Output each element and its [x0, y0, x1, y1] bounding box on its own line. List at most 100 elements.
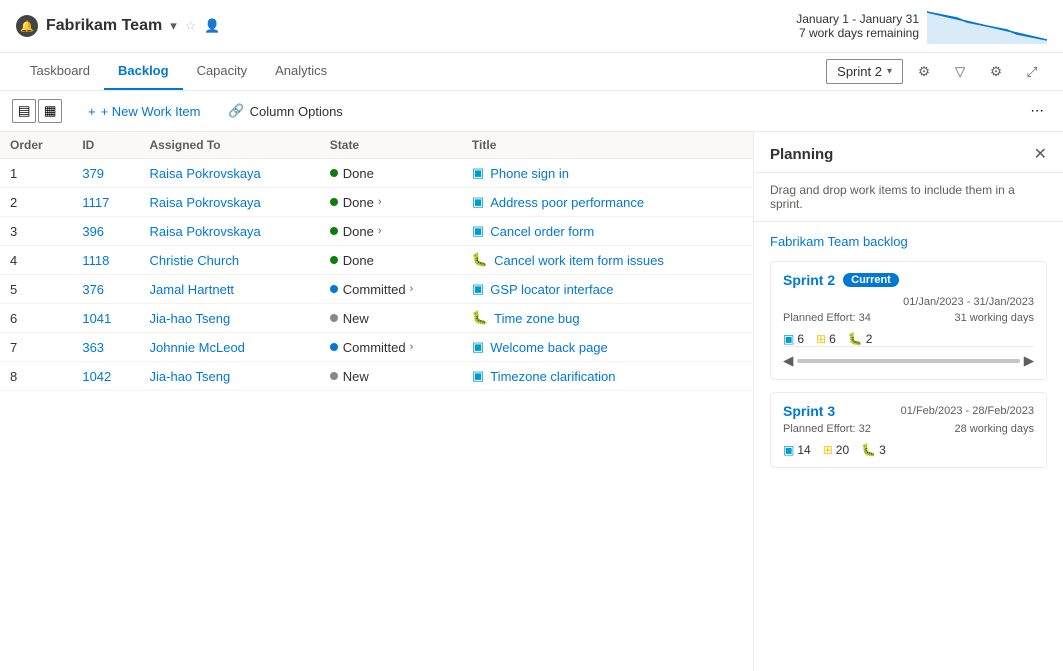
favorite-icon[interactable]: ☆ — [185, 18, 197, 34]
state-dot — [330, 285, 338, 293]
toolbar: ▤ ▦ + + New Work Item 🔗 Column Options ⋯ — [0, 91, 1063, 132]
backlog-area: Order ID Assigned To State Title 1 379 R… — [0, 132, 753, 671]
state-dot — [330, 314, 338, 322]
sprint3-name[interactable]: Sprint 3 — [783, 403, 835, 419]
sprint2-scroll[interactable]: ◀ ▶ — [783, 346, 1034, 369]
filter-settings-btn[interactable]: ⚙ — [909, 58, 939, 86]
cell-order: 1 — [0, 159, 72, 188]
chevron-icon: › — [410, 283, 414, 295]
cell-order: 4 — [0, 246, 72, 275]
cell-assigned[interactable]: Raisa Pokrovskaya — [140, 188, 320, 217]
cell-assigned[interactable]: Raisa Pokrovskaya — [140, 159, 320, 188]
cell-title: ▣ GSP locator interface — [462, 275, 753, 304]
bug-icon-s3: 🐛 — [861, 443, 876, 457]
title-link[interactable]: Cancel work item form issues — [494, 253, 664, 268]
story-icon: ▣ — [472, 165, 484, 181]
sprint2-name[interactable]: Sprint 2 — [783, 272, 835, 288]
sprint2-dates: 01/Jan/2023 - 31/Jan/2023 — [903, 296, 1034, 308]
title-link[interactable]: Cancel order form — [490, 224, 594, 239]
planning-close-btn[interactable]: ✕ — [1034, 144, 1047, 164]
cell-order: 5 — [0, 275, 72, 304]
state-label: New — [343, 311, 369, 326]
cell-title: ▣ Phone sign in — [462, 159, 753, 188]
bug-icon-s2: 🐛 — [848, 332, 863, 346]
chevron-icon: › — [410, 341, 414, 353]
sprint3-effort: Planned Effort: 32 — [783, 423, 871, 435]
sprint2-scroll-left[interactable]: ◀ — [783, 353, 793, 369]
title-link[interactable]: Timezone clarification — [490, 369, 615, 384]
sprint3-stories-count: ▣ 14 — [783, 443, 811, 457]
expand-btn[interactable]: ⤢ — [1017, 58, 1047, 86]
cell-title: ▣ Cancel order form — [462, 217, 753, 246]
more-options-btn[interactable]: ⋯ — [1023, 97, 1051, 125]
filter-btn[interactable]: ▽ — [945, 58, 975, 86]
tab-analytics[interactable]: Analytics — [261, 53, 341, 90]
cell-order: 3 — [0, 217, 72, 246]
plus-icon: + — [88, 104, 96, 119]
planning-panel: Planning ✕ Drag and drop work items to i… — [753, 132, 1063, 671]
title-link[interactable]: Time zone bug — [494, 311, 580, 326]
tab-capacity[interactable]: Capacity — [183, 53, 262, 90]
cell-state: Done › — [320, 188, 462, 217]
title-link[interactable]: Phone sign in — [490, 166, 569, 181]
chevron-icon: › — [378, 225, 382, 237]
cell-id[interactable]: 376 — [72, 275, 139, 304]
list-view-btn[interactable]: ▤ — [12, 99, 36, 123]
sprint-info: January 1 - January 31 7 work days remai… — [796, 12, 919, 40]
table-row: 6 1041 Jia-hao Tseng New 🐛 Time zone bug — [0, 304, 753, 333]
cell-assigned[interactable]: Jamal Hartnett — [140, 275, 320, 304]
col-state: State — [320, 132, 462, 159]
cell-id[interactable]: 1118 — [72, 246, 139, 275]
cell-id[interactable]: 1042 — [72, 362, 139, 391]
state-label: Done — [343, 224, 374, 239]
sprint2-scroll-right[interactable]: ▶ — [1024, 353, 1034, 369]
cell-state: New — [320, 304, 462, 333]
cell-order: 6 — [0, 304, 72, 333]
column-options-btn[interactable]: 🔗 Column Options — [218, 98, 352, 124]
sprint3-bugs-count: 🐛 3 — [861, 443, 886, 457]
title-link[interactable]: Address poor performance — [490, 195, 644, 210]
cell-state: Done — [320, 246, 462, 275]
backlog-link[interactable]: Fabrikam Team backlog — [770, 234, 1047, 249]
state-label: New — [343, 369, 369, 384]
title-link[interactable]: Welcome back page — [490, 340, 608, 355]
tab-backlog[interactable]: Backlog — [104, 53, 183, 90]
col-order: Order — [0, 132, 72, 159]
sprint3-card: Sprint 3 01/Feb/2023 - 28/Feb/2023 Plann… — [770, 392, 1047, 468]
new-work-item-btn[interactable]: + + New Work Item — [78, 99, 210, 124]
state-dot — [330, 198, 338, 206]
cell-id[interactable]: 396 — [72, 217, 139, 246]
sprint-dropdown-icon: ▾ — [887, 66, 892, 77]
cell-id[interactable]: 1117 — [72, 188, 139, 217]
tab-taskboard[interactable]: Taskboard — [16, 53, 104, 90]
cell-state: Done › — [320, 217, 462, 246]
sprint2-days: 31 working days — [955, 312, 1035, 324]
title-link[interactable]: GSP locator interface — [490, 282, 613, 297]
cell-assigned[interactable]: Jia-hao Tseng — [140, 304, 320, 333]
view-toggle: ▤ ▦ — [12, 99, 62, 123]
cell-id[interactable]: 1041 — [72, 304, 139, 333]
cell-id[interactable]: 379 — [72, 159, 139, 188]
state-dot — [330, 169, 338, 177]
settings-btn[interactable]: ⚙ — [981, 58, 1011, 86]
cell-state: Committed › — [320, 275, 462, 304]
cell-id[interactable]: 363 — [72, 333, 139, 362]
bug-icon: 🐛 — [472, 310, 488, 326]
team-dropdown-icon[interactable]: ▾ — [170, 18, 177, 34]
story-icon: ▣ — [472, 339, 484, 355]
state-label: Done — [343, 195, 374, 210]
sprint2-effort: Planned Effort: 34 — [783, 312, 871, 324]
story-icon: ▣ — [472, 194, 484, 210]
story-icon: ▣ — [472, 223, 484, 239]
sprint-selector[interactable]: Sprint 2 ▾ — [826, 59, 903, 84]
cell-assigned[interactable]: Johnnie McLeod — [140, 333, 320, 362]
cell-assigned[interactable]: Raisa Pokrovskaya — [140, 217, 320, 246]
cell-title: ▣ Welcome back page — [462, 333, 753, 362]
members-icon[interactable]: 👤 — [204, 18, 220, 34]
burndown-chart — [927, 8, 1047, 44]
state-label: Done — [343, 253, 374, 268]
cell-assigned[interactable]: Christie Church — [140, 246, 320, 275]
sprint3-days: 28 working days — [955, 423, 1035, 435]
cell-assigned[interactable]: Jia-hao Tseng — [140, 362, 320, 391]
grid-view-btn[interactable]: ▦ — [38, 99, 62, 123]
